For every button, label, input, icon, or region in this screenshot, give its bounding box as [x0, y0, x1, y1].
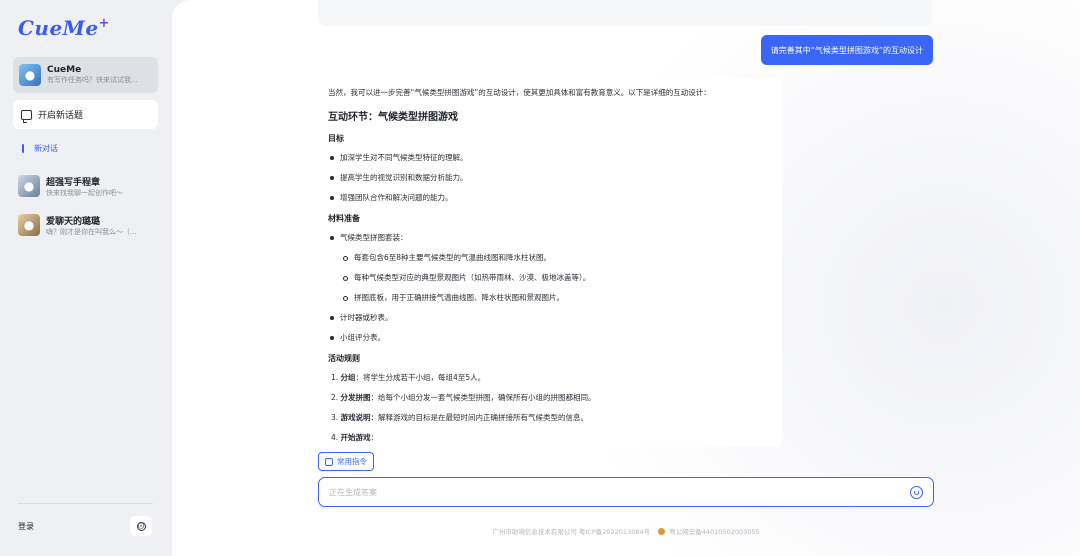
list-item: 提高学生的视觉识别和数据分析能力。 [328, 173, 772, 182]
sidebar-item-new-chat[interactable]: 新对话 [22, 143, 58, 154]
list-item: 加深学生对不同气候类型特征的理解。 [328, 153, 772, 162]
rule-item: 3. 游戏说明：解释游戏的目标是在最短时间内正确拼接所有气候类型的信息。 [331, 413, 589, 422]
command-icon [325, 457, 333, 466]
sub-list-item: 每套包含6至8种主要气候类型的气温曲线图和降水柱状图。 [328, 253, 772, 262]
message-composer[interactable] [318, 477, 934, 507]
contact-name: 爱聊天的璐璐 [46, 216, 101, 227]
sub-list-item: 每种气候类型对应的典型景观图片（如热带雨林、沙漠、极地冰盖等）。 [328, 273, 772, 282]
list-item: 增强团队合作和解决问题的能力。 [328, 193, 772, 202]
contact-item[interactable]: ● 超强写手程章 快来找我聊一起创作吧～ [18, 174, 163, 198]
sidebar-divider [18, 503, 153, 504]
list-item: 计时器或秒表。 [328, 313, 772, 322]
contact-subtitle: 快来找我聊一起创作吧～ [46, 188, 123, 197]
chat-bubble-icon [21, 109, 32, 123]
materials-heading: 材料准备 [328, 214, 360, 223]
goal-heading: 目标 [328, 134, 344, 143]
active-agent-card[interactable]: ● CueMe 有写作任务吗？快来试试我... [13, 57, 158, 93]
common-commands-label: 常用指令 [337, 457, 367, 466]
rules-heading: 活动规则 [328, 354, 360, 363]
police-record[interactable]: 粤公网安备44010502003055 [669, 528, 759, 536]
footer: 广州市助晓信息技术有限公司 粤ICP备2022013084号 粤公网安备4401… [318, 526, 934, 536]
chat-panel: 请完善其中“气候类型拼图游戏”的互动设计 当然，我可以进一步完善“气候类型拼图游… [172, 0, 1080, 556]
previous-message-edge [318, 0, 932, 26]
contact-name: 超强写手程章 [46, 177, 101, 188]
rule-item: 4. 开始游戏： [331, 433, 379, 442]
info-icon: ⓘ [136, 521, 146, 531]
new-topic-label: 开启新话题 [38, 111, 84, 121]
sub-list-item: 拼图底板，用于正确拼接气温曲线图、降水柱状图和景观图片。 [328, 293, 772, 302]
avatar: ● [18, 214, 40, 236]
active-indicator [22, 144, 24, 153]
police-badge-icon [658, 528, 666, 535]
contact-item[interactable]: ● 爱聊天的璐璐 嗨？刚才是你在叫我么～（... [18, 213, 163, 237]
common-commands-button[interactable]: 常用指令 [318, 452, 374, 471]
message-input[interactable] [329, 487, 910, 497]
agent-subtitle: 有写作任务吗？快来试试我... [47, 76, 138, 84]
new-chat-label: 新对话 [34, 144, 58, 153]
assistant-answer: 当然，我可以进一步完善“气候类型拼图游戏”的互动设计，使其更加具体和富有教育意义… [318, 78, 782, 447]
answer-title: 互动环节：气候类型拼图游戏 [328, 112, 458, 123]
rule-item: 1. 分组：将学生分成若干小组，每组4至5人。 [331, 373, 486, 382]
cueme-logo[interactable]: CueMe+ [18, 16, 110, 40]
list-item: 小组评分表。 [328, 333, 772, 342]
icp-record[interactable]: 广州市助晓信息技术有限公司 粤ICP备2022013084号 [492, 528, 650, 536]
answer-intro: 当然，我可以进一步完善“气候类型拼图游戏”的互动设计，使其更加具体和富有教育意义… [328, 88, 711, 97]
login-link[interactable]: 登录 [18, 521, 34, 532]
avatar: ● [18, 175, 40, 197]
agent-name: CueMe [47, 65, 82, 75]
sidebar: CueMe+ ● CueMe 有写作任务吗？快来试试我... 开启新话题 新对话… [0, 0, 172, 556]
list-item: 气候类型拼图套装： [328, 233, 772, 242]
info-button[interactable]: ⓘ [130, 516, 152, 536]
stop-generating-icon[interactable] [910, 485, 923, 499]
contact-subtitle: 嗨？刚才是你在叫我么～（... [46, 227, 137, 236]
user-message: 请完善其中“气候类型拼图游戏”的互动设计 [760, 35, 933, 65]
rule-item: 2. 分发拼图：给每个小组分发一套气候类型拼图，确保所有小组的拼图都相同。 [331, 393, 596, 402]
cueme-avatar: ● [19, 64, 41, 86]
new-topic-button[interactable]: 开启新话题 [13, 100, 158, 129]
